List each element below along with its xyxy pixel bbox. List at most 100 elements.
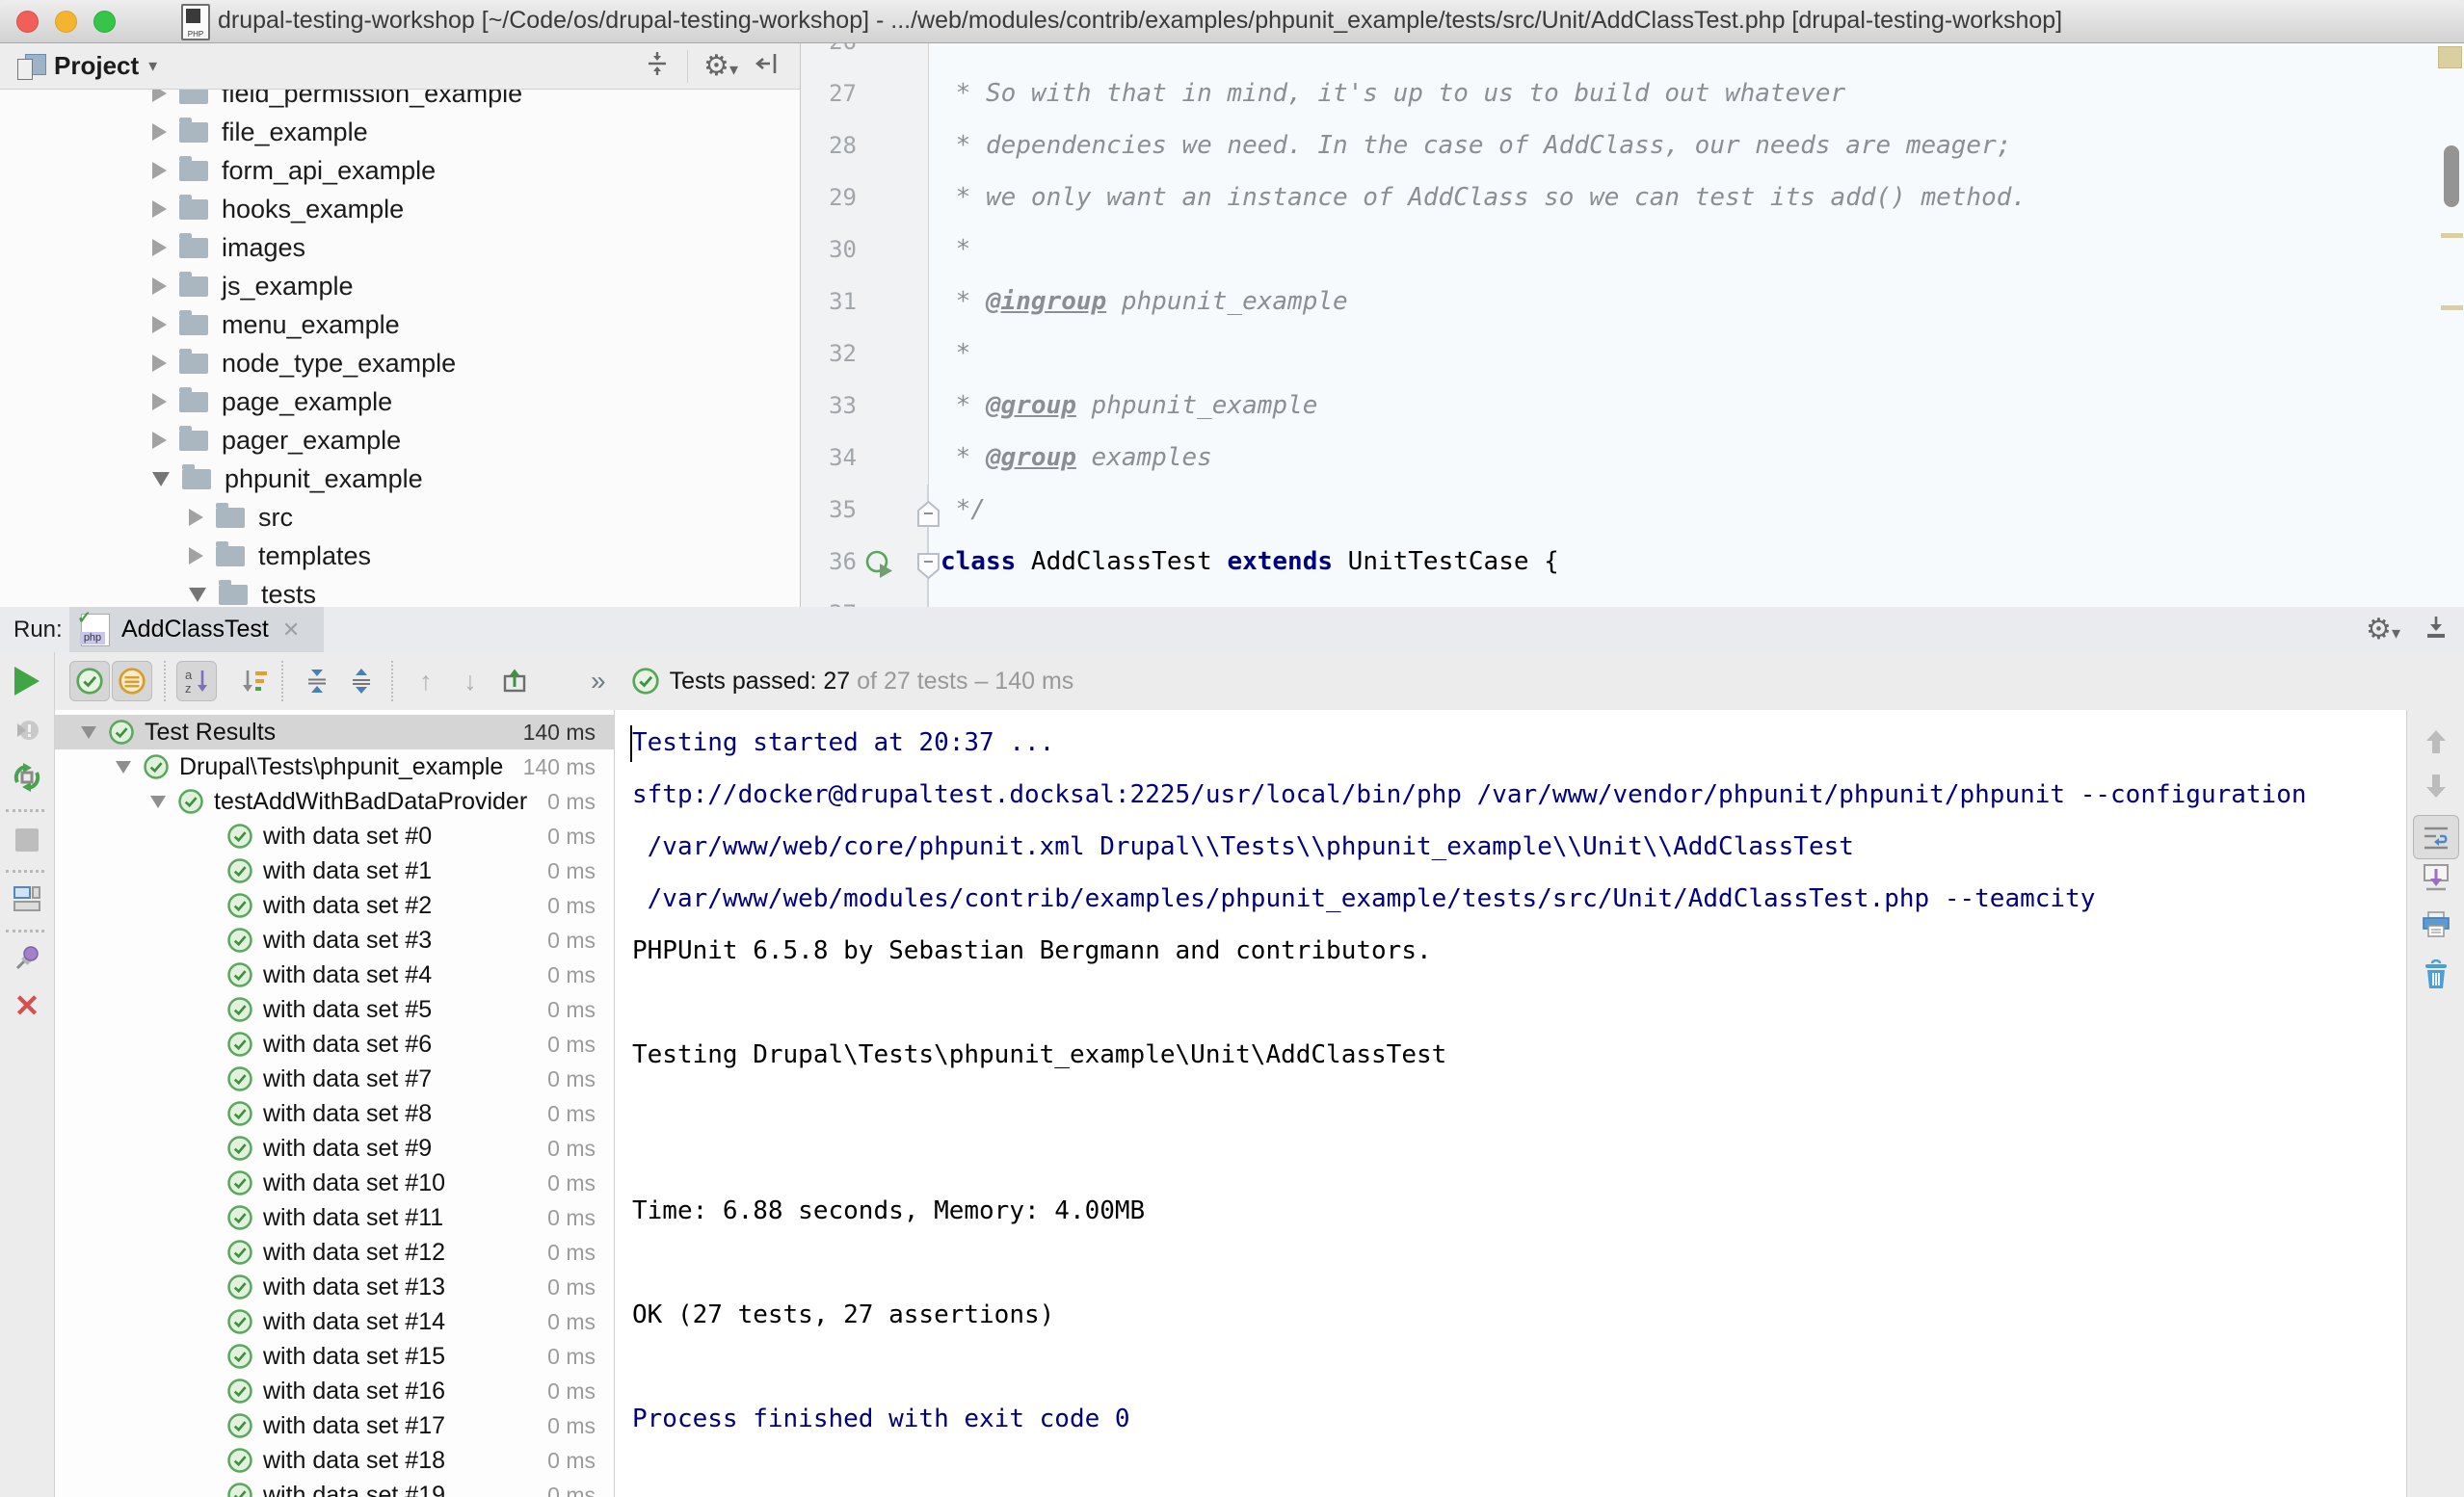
test-tree-row[interactable]: with data set #40 ms <box>55 958 614 992</box>
run-settings-button[interactable]: ⚙▾ <box>2366 616 2400 644</box>
project-tree-item-node_type_example[interactable]: node_type_example <box>0 344 800 382</box>
test-tree-row[interactable]: testAddWithBadDataProvider0 ms <box>55 784 614 819</box>
test-tree-row[interactable]: with data set #60 ms <box>55 1027 614 1062</box>
test-tree-row[interactable]: with data set #130 ms <box>55 1270 614 1304</box>
project-view-selector[interactable]: Project ▾ <box>17 43 157 89</box>
test-tree-row[interactable]: with data set #80 ms <box>55 1096 614 1131</box>
minimize-window-button[interactable] <box>55 11 77 33</box>
project-tree-item-js_example[interactable]: js_example <box>0 267 800 305</box>
editor-line-29[interactable]: 29 * we only want an instance of AddClas… <box>801 171 2464 223</box>
project-tree-item-templates[interactable]: templates <box>0 537 800 575</box>
chevron-down-icon[interactable] <box>81 726 96 739</box>
test-tree-row[interactable]: with data set #90 ms <box>55 1131 614 1166</box>
chevron-right-icon[interactable] <box>152 162 167 179</box>
close-icon[interactable]: ✕ <box>282 617 300 643</box>
fold-marker-icon[interactable] <box>915 495 941 525</box>
chevron-right-icon[interactable] <box>152 393 167 410</box>
chevron-down-icon[interactable] <box>116 761 131 774</box>
test-tree-row[interactable]: with data set #120 ms <box>55 1235 614 1270</box>
chevron-down-icon[interactable] <box>189 588 206 602</box>
pin-tab-button[interactable] <box>0 944 54 973</box>
chevron-right-icon[interactable] <box>152 355 167 372</box>
test-tree-row[interactable]: with data set #110 ms <box>55 1200 614 1235</box>
warning-stripe-mark[interactable] <box>2441 305 2463 310</box>
soft-wrap-toggle[interactable] <box>2407 815 2464 859</box>
editor-line-26[interactable]: 26 <box>801 43 2464 67</box>
next-failed-test-button[interactable]: ↓ <box>450 661 490 701</box>
editor-line-32[interactable]: 32 * <box>801 328 2464 380</box>
project-tree-item-file_example[interactable]: file_example <box>0 113 800 151</box>
print-button[interactable] <box>2407 910 2464 939</box>
editor-line-34[interactable]: 34 * @group examples <box>801 432 2464 484</box>
zoom-window-button[interactable] <box>93 11 116 33</box>
test-tree-row[interactable]: with data set #170 ms <box>55 1408 614 1443</box>
project-tree-item-images[interactable]: images <box>0 228 800 267</box>
chevron-right-icon[interactable] <box>189 509 203 526</box>
test-tree-row[interactable]: with data set #50 ms <box>55 992 614 1027</box>
import-test-results-button[interactable] <box>494 661 535 701</box>
previous-failed-test-button[interactable]: ↑ <box>406 661 446 701</box>
settings-button[interactable]: ⚙▾ <box>703 52 738 81</box>
test-tree-row[interactable]: with data set #150 ms <box>55 1339 614 1374</box>
close-run-panel-button[interactable]: ✕ <box>0 991 54 1020</box>
show-passed-toggle[interactable] <box>69 661 110 701</box>
warning-stripe-mark[interactable] <box>2441 233 2463 238</box>
project-tree-item-field_permission_example[interactable]: field_permission_example <box>0 90 800 113</box>
project-tree-item-menu_example[interactable]: menu_example <box>0 305 800 344</box>
editor-line-36[interactable]: 36class AddClassTest extends UnitTestCas… <box>801 536 2464 588</box>
project-tree-item-phpunit_example[interactable]: phpunit_example <box>0 460 800 498</box>
test-tree-row[interactable]: Test Results140 ms <box>55 715 614 749</box>
test-tree-row[interactable]: with data set #10 ms <box>55 854 614 888</box>
project-tree-item-src[interactable]: src <box>0 498 800 537</box>
scroll-up-button[interactable] <box>2407 727 2464 756</box>
editor-line-31[interactable]: 31 * @ingroup phpunit_example <box>801 276 2464 328</box>
expand-all-button[interactable] <box>297 661 337 701</box>
run-tab-addclasstest[interactable]: ✓ php AddClassTest ✕ <box>69 607 324 652</box>
clear-console-button[interactable] <box>2407 959 2464 990</box>
run-test-gutter-icon[interactable] <box>864 546 895 577</box>
scroll-to-end-button[interactable] <box>2407 861 2464 892</box>
test-tree-row[interactable]: with data set #190 ms <box>55 1478 614 1497</box>
project-tree-item-page_example[interactable]: page_example <box>0 382 800 421</box>
chevron-right-icon[interactable] <box>152 277 167 295</box>
editor-line-33[interactable]: 33 * @group phpunit_example <box>801 380 2464 432</box>
project-tree-item-pager_example[interactable]: pager_example <box>0 421 800 460</box>
chevron-right-icon[interactable] <box>152 123 167 141</box>
code-editor[interactable]: 2627 * So with that in mind, it's up to … <box>801 43 2464 607</box>
stop-button[interactable] <box>0 828 54 852</box>
editor-scrollbar-thumb[interactable] <box>2444 145 2459 207</box>
collapse-all-button[interactable] <box>341 661 382 701</box>
more-actions-chevron[interactable]: » <box>591 666 606 696</box>
project-tree-item-hooks_example[interactable]: hooks_example <box>0 190 800 228</box>
chevron-right-icon[interactable] <box>152 200 167 218</box>
test-tree-row[interactable]: Drupal\Tests\phpunit_example140 ms <box>55 749 614 784</box>
project-tree-item-tests[interactable]: tests <box>0 575 800 607</box>
chevron-right-icon[interactable] <box>152 316 167 333</box>
chevron-right-icon[interactable] <box>189 547 203 565</box>
editor-line-30[interactable]: 30 * <box>801 223 2464 276</box>
chevron-right-icon[interactable] <box>152 239 167 256</box>
editor-line-35[interactable]: 35 */ <box>801 484 2464 536</box>
fold-marker-icon[interactable] <box>915 547 941 577</box>
sort-by-duration-button[interactable] <box>235 661 276 701</box>
test-tree-row[interactable]: with data set #160 ms <box>55 1374 614 1408</box>
test-tree-row[interactable]: with data set #30 ms <box>55 923 614 958</box>
editor-line-28[interactable]: 28 * dependencies we need. In the case o… <box>801 119 2464 171</box>
chevron-right-icon[interactable] <box>152 432 167 449</box>
rerun-button[interactable] <box>0 667 54 696</box>
test-tree-row[interactable]: with data set #100 ms <box>55 1166 614 1200</box>
test-tree-row[interactable]: with data set #70 ms <box>55 1062 614 1096</box>
test-tree-row[interactable]: with data set #20 ms <box>55 888 614 923</box>
test-console[interactable]: Testing started at 20:37 ...sftp://docke… <box>618 710 2407 1497</box>
restore-layout-button[interactable] <box>0 885 54 912</box>
editor-line-27[interactable]: 27 * So with that in mind, it's up to us… <box>801 67 2464 119</box>
editor-line-37[interactable]: 37 <box>801 588 2464 607</box>
hide-run-panel-icon[interactable] <box>2422 613 2451 646</box>
project-tree-item-form_api_example[interactable]: form_api_example <box>0 151 800 190</box>
toggle-auto-test-button[interactable] <box>0 761 54 794</box>
collapse-all-icon[interactable] <box>643 49 672 83</box>
close-window-button[interactable] <box>16 11 39 33</box>
sort-alphabetically-toggle[interactable]: a z <box>176 661 217 701</box>
test-tree-row[interactable]: with data set #140 ms <box>55 1304 614 1339</box>
hide-panel-icon[interactable] <box>754 49 782 83</box>
